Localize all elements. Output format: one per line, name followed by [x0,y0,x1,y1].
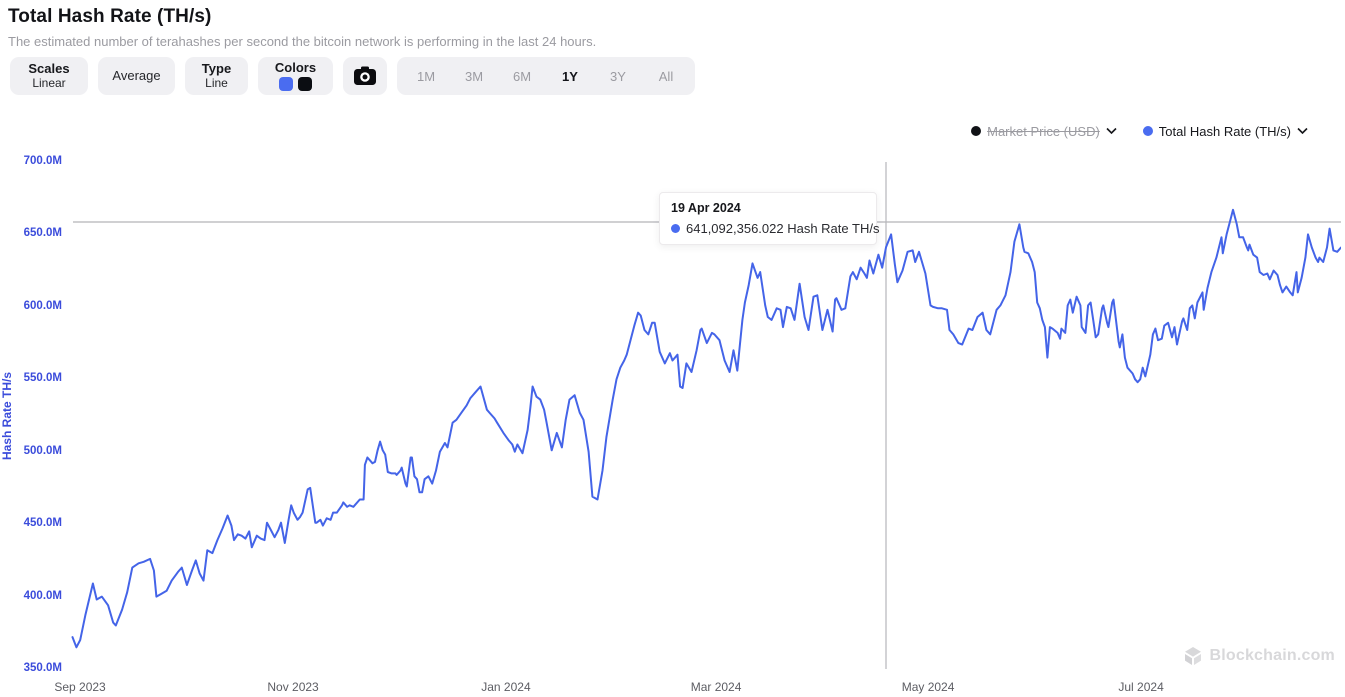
y-axis-tick: 500.0M [23,444,62,457]
range-button-1m[interactable]: 1M [402,57,450,95]
hashrate-line [71,208,1341,649]
average-label: Average [112,67,161,83]
toolbar: Scales Linear Average Type Line Colors 1… [10,57,695,95]
y-axis-tick: 550.0M [23,372,62,385]
page-title: Total Hash Rate (TH/s) [8,6,212,27]
range-button-6m[interactable]: 6M [498,57,546,95]
legend-item[interactable]: Total Hash Rate (TH/s) [1142,123,1308,139]
y-axis-tick: 400.0M [23,589,62,602]
scales-value: Linear [32,75,66,90]
watermark-label: Blockchain.com [1209,647,1335,664]
range-button-1y[interactable]: 1Y [546,57,594,95]
color-swatches [279,77,312,92]
tooltip-series-dot [671,224,680,233]
black-color-swatch [298,77,312,92]
type-button[interactable]: Type Line [185,57,248,95]
blue-color-swatch [279,77,293,92]
blockchain-logo-icon [1185,647,1202,665]
camera-icon [354,66,376,85]
page-subtitle: The estimated number of terahashes per s… [8,34,597,49]
legend-label: Total Hash Rate (TH/s) [1158,123,1291,139]
average-button[interactable]: Average [98,57,175,95]
type-label: Type [201,60,232,76]
x-axis-tick: Sep 2023 [54,680,106,694]
x-axis-tick: May 2024 [901,680,955,694]
legend-item[interactable]: Market Price (USD) [971,124,1117,139]
legend: Market Price (USD) Total Hash Rate (TH/s) [971,122,1308,140]
type-value: Line [205,75,228,90]
colors-label: Colors [274,59,317,75]
tooltip-value: 641,092,356.022 Hash Rate TH/s [686,221,880,236]
y-axis-tick: 450.0M [23,517,62,530]
range-button-all[interactable]: All [642,57,690,95]
range-button-3y[interactable]: 3Y [594,57,642,95]
range-selector: 1M 3M 6M 1Y 3Y All [397,57,695,95]
chevron-down-icon [1106,127,1117,135]
x-axis-tick: Jan 2024 [481,680,531,694]
scales-button[interactable]: Scales Linear [10,57,88,95]
chart-tooltip: 19 Apr 2024 641,092,356.022 Hash Rate TH… [659,192,880,245]
x-axis-tick: Jul 2024 [1118,680,1164,694]
y-axis-tick: 700.0M [23,155,62,167]
scales-label: Scales [28,60,70,76]
range-button-3m[interactable]: 3M [450,57,498,95]
y-axis-tick: 350.0M [23,662,62,674]
legend-dot [1142,126,1153,136]
colors-button[interactable]: Colors [258,57,333,95]
chevron-down-icon [1297,127,1308,135]
chart-page: Total Hash Rate (TH/s) The estimated num… [0,0,1345,697]
legend-dot [971,126,982,136]
tooltip-date: 19 Apr 2024 [671,201,741,215]
camera-button[interactable] [343,57,387,95]
blockchain-watermark: Blockchain.com [1183,646,1335,666]
x-axis-tick: Mar 2024 [690,680,742,694]
x-axis-tick: Nov 2023 [267,680,319,694]
legend-label: Market Price (USD) [987,123,1100,139]
y-axis-tick: 600.0M [23,299,62,312]
y-axis-tick: 650.0M [23,227,62,240]
